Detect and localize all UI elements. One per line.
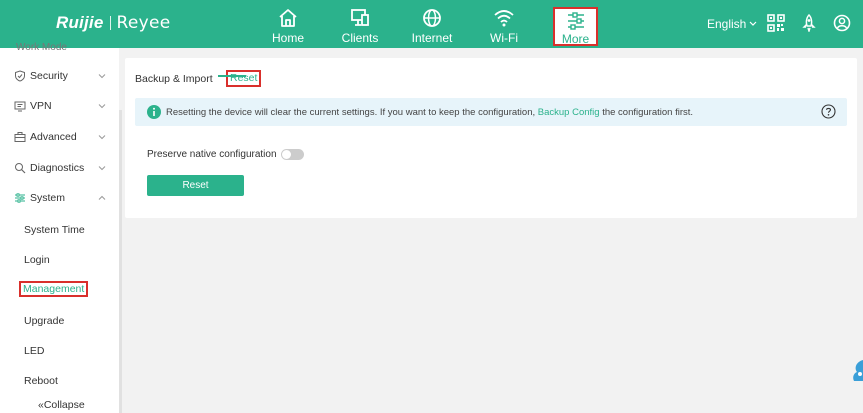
qr-code-icon[interactable] <box>767 14 785 32</box>
collapse-button[interactable]: «Collapse <box>38 399 85 411</box>
active-tab-indicator <box>218 75 246 77</box>
nav-wifi[interactable]: Wi-Fi <box>468 0 540 48</box>
rocket-icon[interactable] <box>800 14 818 32</box>
nav-clients[interactable]: Clients <box>324 0 396 48</box>
sidebar-subitem-reboot[interactable]: Reboot <box>24 375 58 387</box>
sidebar-item-work-mode[interactable]: Work Mode <box>16 42 67 53</box>
sidebar-subitem-led[interactable]: LED <box>24 345 44 357</box>
sidebar-item-system[interactable]: System <box>0 185 119 211</box>
sidebar-item-label: VPN <box>30 100 52 112</box>
floating-assistant-icon[interactable] <box>848 358 863 384</box>
vpn-icon <box>14 101 26 112</box>
sidebar: Work Mode Security VPN Advanced Diagnost… <box>0 42 119 413</box>
chevron-down-icon <box>749 21 757 26</box>
brand-logo: Ruijie Reyee <box>56 13 171 33</box>
nav-clients-label: Clients <box>341 31 379 45</box>
top-navigation-bar: Ruijie Reyee Home Clients Internet Wi-Fi… <box>0 0 863 48</box>
brand-name: Ruijie <box>56 13 104 32</box>
chevron-down-icon <box>98 135 106 140</box>
sidebar-item-vpn[interactable]: VPN <box>0 93 119 119</box>
alert-text-after: the configuration first. <box>599 106 694 118</box>
reset-warning-alert: Resetting the device will clear the curr… <box>135 98 847 126</box>
sidebar-subitem-login[interactable]: Login <box>24 254 50 266</box>
chevron-down-icon <box>98 166 106 171</box>
preserve-config-row: Preserve native configuration <box>147 149 304 160</box>
nav-home-label: Home <box>271 31 304 45</box>
nav-internet-label: Internet <box>411 31 453 45</box>
backup-config-link[interactable]: Backup Config <box>538 107 600 118</box>
sidebar-item-security[interactable]: Security <box>0 63 119 89</box>
sub-brand-name: Reyee <box>116 13 171 33</box>
help-icon[interactable] <box>821 104 836 119</box>
sidebar-subitem-system-time[interactable]: System Time <box>24 224 85 236</box>
user-icon[interactable] <box>833 14 851 32</box>
sidebar-item-diagnostics[interactable]: Diagnostics <box>0 155 119 181</box>
chevron-down-icon <box>98 104 106 109</box>
chevron-down-icon <box>98 74 106 79</box>
reset-panel: Backup & Import Reset Resetting the devi… <box>125 58 857 218</box>
sidebar-item-label: Security <box>30 70 68 82</box>
preserve-config-label: Preserve native configuration <box>147 149 277 160</box>
nav-more[interactable]: More <box>553 7 598 46</box>
sidebar-subitem-management[interactable]: Management <box>19 281 89 297</box>
sidebar-item-advanced[interactable]: Advanced <box>0 124 119 150</box>
collapse-label: Collapse <box>43 399 85 411</box>
sidebar-item-label: System <box>30 192 66 204</box>
sidebar-item-label: Diagnostics <box>30 162 85 174</box>
tab-backup-import[interactable]: Backup & Import <box>135 73 213 85</box>
sidebar-scrollbar[interactable] <box>119 110 122 413</box>
sidebar-item-label: Advanced <box>30 131 77 143</box>
globe-icon <box>423 9 441 27</box>
language-selector[interactable]: English <box>707 17 757 31</box>
alert-text-before: Resetting the device will clear the curr… <box>166 106 538 118</box>
diagnostics-icon <box>15 163 26 174</box>
briefcase-icon <box>14 132 26 142</box>
language-label: English <box>707 17 747 31</box>
nav-more-label: More <box>561 32 590 46</box>
nav-home[interactable]: Home <box>252 0 324 48</box>
monitor-icon <box>351 9 369 26</box>
chevron-up-icon <box>98 195 106 200</box>
reset-button[interactable]: Reset <box>147 175 244 196</box>
sliders-icon <box>567 12 584 30</box>
system-sliders-icon <box>15 193 25 203</box>
nav-wifi-label: Wi-Fi <box>490 31 518 45</box>
alert-message: Resetting the device will clear the curr… <box>166 107 693 118</box>
sidebar-subitem-upgrade[interactable]: Upgrade <box>24 315 64 327</box>
preserve-config-toggle[interactable] <box>280 149 304 160</box>
nav-internet[interactable]: Internet <box>396 0 468 48</box>
brand-separator <box>109 16 111 30</box>
home-icon <box>279 9 297 27</box>
wifi-icon <box>494 10 514 27</box>
tab-reset[interactable]: Reset <box>226 70 262 87</box>
info-icon <box>147 105 161 119</box>
shield-icon <box>15 70 25 82</box>
